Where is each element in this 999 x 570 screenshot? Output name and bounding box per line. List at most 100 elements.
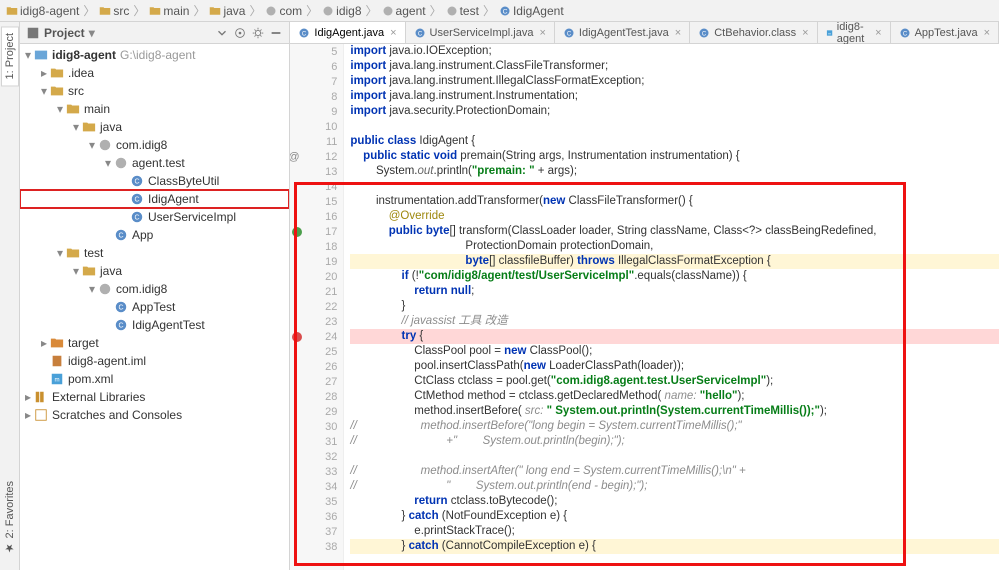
tree-class-item[interactable]: CIdigAgent: [20, 190, 289, 208]
gutter-line[interactable]: 18: [290, 239, 343, 254]
tree-folder-item[interactable]: mpom.xml: [20, 370, 289, 388]
expand-toggle[interactable]: ▾: [70, 121, 82, 133]
code-line[interactable]: }: [350, 299, 999, 314]
tree-folder-item[interactable]: ▾agent.test: [20, 154, 289, 172]
tree-class-item[interactable]: CUserServiceImpl: [20, 208, 289, 226]
expand-toggle[interactable]: ▾: [86, 283, 98, 295]
gutter-line[interactable]: 10: [290, 119, 343, 134]
gutter-line[interactable]: 20: [290, 269, 343, 284]
expand-toggle[interactable]: ▾: [54, 247, 66, 259]
code-line[interactable]: // javassist 工具 改造: [350, 314, 999, 329]
code-line[interactable]: CtClass ctclass = pool.get("com.idig8.ag…: [350, 374, 999, 389]
tree-external-libraries[interactable]: ▸ External Libraries: [20, 388, 289, 406]
gutter-line[interactable]: 26: [290, 359, 343, 374]
gutter-line[interactable]: 8: [290, 89, 343, 104]
code-line[interactable]: pool.insertClassPath(new LoaderClassPath…: [350, 359, 999, 374]
close-icon[interactable]: ×: [539, 27, 545, 39]
code-line[interactable]: public byte[] transform(ClassLoader load…: [350, 224, 999, 239]
gutter-line[interactable]: 35: [290, 494, 343, 509]
gutter-line[interactable]: 11: [290, 134, 343, 149]
editor-tab[interactable]: CUserServiceImpl.java×: [406, 22, 555, 43]
code-line[interactable]: ClassPool pool = new ClassPool();: [350, 344, 999, 359]
expand-toggle[interactable]: ▸: [22, 409, 34, 421]
code-line[interactable]: @Override: [350, 209, 999, 224]
tool-tab-project[interactable]: 1: Project: [1, 26, 19, 86]
expand-toggle[interactable]: ▾: [22, 49, 34, 61]
collapse-icon[interactable]: [215, 26, 229, 40]
code-line[interactable]: // method.insertBefore("long begin = Sys…: [350, 419, 999, 434]
tree-folder-item[interactable]: ▾com.idig8: [20, 280, 289, 298]
gutter-line[interactable]: 19: [290, 254, 343, 269]
gutter-line[interactable]: 27: [290, 374, 343, 389]
gear-icon[interactable]: [251, 26, 265, 40]
gutter-line[interactable]: 29: [290, 404, 343, 419]
code-line[interactable]: return null;: [350, 284, 999, 299]
code-line[interactable]: // " System.out.println(end - begin);");: [350, 479, 999, 494]
tree-folder-item[interactable]: ▾java: [20, 118, 289, 136]
tree-folder-item[interactable]: ▾test: [20, 244, 289, 262]
code-line[interactable]: } catch (NotFoundException e) {: [350, 509, 999, 524]
target-icon[interactable]: [233, 26, 247, 40]
expand-toggle[interactable]: ▸: [38, 67, 50, 79]
close-icon[interactable]: ×: [390, 27, 396, 39]
gutter-line[interactable]: 14: [290, 179, 343, 194]
editor-tab[interactable]: CIdigAgentTest.java×: [555, 22, 690, 43]
code-line[interactable]: System.out.println("premain: " + args);: [350, 164, 999, 179]
gutter-line[interactable]: @12: [290, 149, 343, 164]
override-icon[interactable]: [292, 227, 302, 237]
code-line[interactable]: e.printStackTrace();: [350, 524, 999, 539]
code-line[interactable]: // +" System.out.println(begin);");: [350, 434, 999, 449]
tree-root[interactable]: ▾ idig8-agent G:\idig8-agent: [20, 46, 289, 64]
gutter-line[interactable]: 25: [290, 344, 343, 359]
editor-code[interactable]: import java.io.IOException;import java.l…: [344, 44, 999, 570]
editor-tab[interactable]: CCtBehavior.class×: [690, 22, 817, 43]
tree-folder-item[interactable]: ▾src: [20, 82, 289, 100]
close-icon[interactable]: ×: [802, 27, 808, 39]
hide-icon[interactable]: [269, 26, 283, 40]
code-line[interactable]: import java.security.ProtectionDomain;: [350, 104, 999, 119]
close-icon[interactable]: ×: [984, 27, 990, 39]
expand-toggle[interactable]: ▾: [70, 265, 82, 277]
gutter-line[interactable]: 28: [290, 389, 343, 404]
gutter-line[interactable]: 13: [290, 164, 343, 179]
code-line[interactable]: // method.insertAfter(" long end = Syste…: [350, 464, 999, 479]
gutter-line[interactable]: 37: [290, 524, 343, 539]
code-line[interactable]: [350, 179, 999, 194]
expand-toggle[interactable]: [102, 229, 114, 241]
expand-toggle[interactable]: [118, 175, 130, 187]
gutter-line[interactable]: 6: [290, 59, 343, 74]
expand-toggle[interactable]: ▾: [54, 103, 66, 115]
expand-toggle[interactable]: [38, 373, 50, 385]
tree-folder-item[interactable]: ▸.idea: [20, 64, 289, 82]
breadcrumb-item[interactable]: main: [147, 4, 191, 18]
breadcrumb-item[interactable]: test: [444, 4, 481, 18]
code-line[interactable]: import java.lang.instrument.IllegalClass…: [350, 74, 999, 89]
gutter-line[interactable]: 31: [290, 434, 343, 449]
gutter-line[interactable]: 21: [290, 284, 343, 299]
expand-toggle[interactable]: ▸: [38, 337, 50, 349]
breadcrumb-item[interactable]: idig8: [320, 4, 363, 18]
tree-folder-item[interactable]: ▾java: [20, 262, 289, 280]
tree-folder-item[interactable]: ▾main: [20, 100, 289, 118]
breadcrumb-item[interactable]: java: [207, 4, 247, 18]
gutter-line[interactable]: 5: [290, 44, 343, 59]
code-line[interactable]: } catch (CannotCompileException e) {: [350, 539, 999, 554]
gutter-line[interactable]: 33: [290, 464, 343, 479]
editor-gutter[interactable]: 567891011@121314151617181920212223242526…: [290, 44, 344, 570]
tree-class-item[interactable]: CClassByteUtil: [20, 172, 289, 190]
code-line[interactable]: return ctclass.toBytecode();: [350, 494, 999, 509]
tool-tab-favorites[interactable]: ★ 2: Favorites: [0, 474, 19, 562]
code-line[interactable]: method.insertBefore( src: " System.out.p…: [350, 404, 999, 419]
tree-class-item[interactable]: CAppTest: [20, 298, 289, 316]
expand-toggle[interactable]: ▾: [38, 85, 50, 97]
code-line[interactable]: try {: [350, 329, 999, 344]
expand-toggle[interactable]: [102, 301, 114, 313]
close-icon[interactable]: ×: [875, 27, 881, 39]
tree-scratches[interactable]: ▸ Scratches and Consoles: [20, 406, 289, 424]
code-line[interactable]: import java.lang.instrument.ClassFileTra…: [350, 59, 999, 74]
tree-class-item[interactable]: CApp: [20, 226, 289, 244]
gutter-line[interactable]: 22: [290, 299, 343, 314]
editor-tab[interactable]: CAppTest.java×: [891, 22, 999, 43]
editor-tab[interactable]: CIdigAgent.java×: [290, 22, 405, 43]
gutter-line[interactable]: 38: [290, 539, 343, 554]
